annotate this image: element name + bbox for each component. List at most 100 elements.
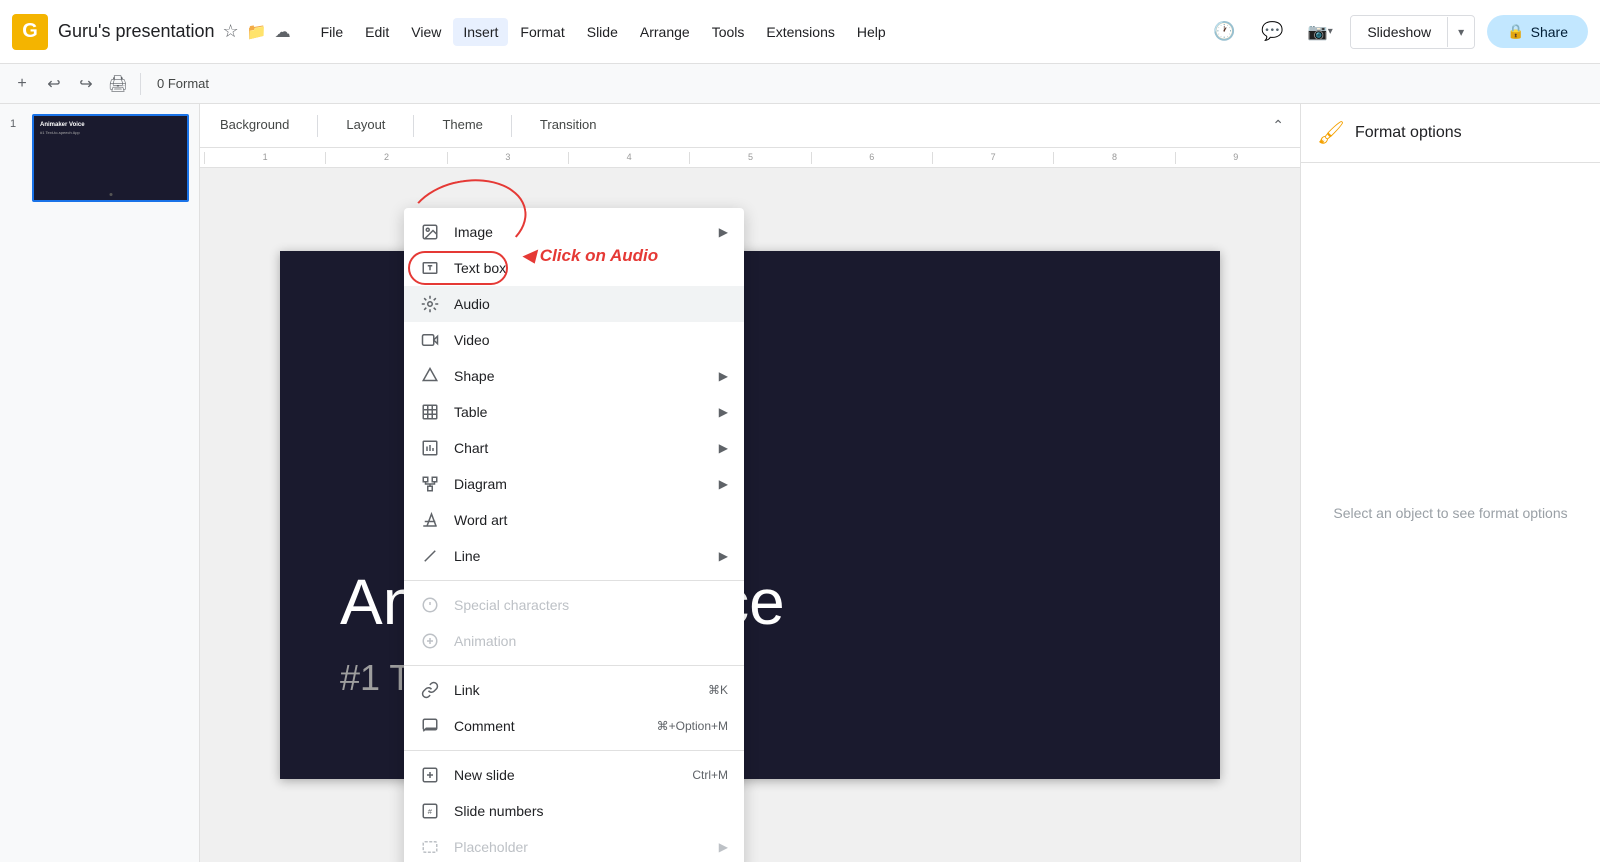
toolbar: + ↩ ↪ 🖨 0 Format (0, 64, 1600, 104)
ruler-mark: 6 (811, 152, 932, 164)
slide-numbers-icon: # (420, 801, 440, 821)
undo-button[interactable]: ↩ (40, 70, 68, 98)
ruler-marks: 1 2 3 4 5 6 7 8 9 (200, 152, 1300, 164)
insert-diagram-item[interactable]: Diagram ▶ (404, 466, 744, 502)
line-label: Line (454, 548, 705, 564)
image-icon (420, 222, 440, 242)
menu-extensions[interactable]: Extensions (756, 18, 844, 46)
slideshow-dropdown-arrow[interactable]: ▾ (1447, 17, 1474, 47)
share-button[interactable]: 🔒 Share (1487, 15, 1588, 48)
menu-tools[interactable]: Tools (702, 18, 755, 46)
options-divider-2 (413, 115, 414, 137)
insert-comment-item[interactable]: Comment ⌘+Option+M (404, 708, 744, 744)
slide-thumb-dot (109, 193, 112, 196)
chart-arrow: ▶ (719, 441, 728, 455)
slide-number-1: 1 (10, 114, 26, 130)
theme-button[interactable]: Theme (438, 111, 486, 140)
ruler-mark: 9 (1175, 152, 1296, 164)
slide-thumb-content: Animaker Voice #1 Text-to-speech App (34, 116, 187, 141)
insert-audio-item[interactable]: Audio (404, 286, 744, 322)
menu-view[interactable]: View (401, 18, 451, 46)
menu-insert[interactable]: Insert (453, 18, 508, 46)
background-button[interactable]: Background (216, 111, 293, 140)
app-logo: G (12, 14, 48, 50)
doc-title: Guru's presentation (58, 21, 215, 42)
slideshow-label[interactable]: Slideshow (1351, 16, 1447, 48)
print-button[interactable]: 🖨 (104, 70, 132, 98)
new-slide-shortcut: Ctrl+M (692, 768, 728, 782)
insert-wordart-item[interactable]: Word art (404, 502, 744, 538)
insert-table-item[interactable]: Table ▶ (404, 394, 744, 430)
diagram-icon (420, 474, 440, 494)
comment-icon-dd (420, 716, 440, 736)
animation-icon (420, 631, 440, 651)
slide-thumb-sub: #1 Text-to-speech App (40, 130, 181, 135)
insert-textbox-item[interactable]: Text box (404, 250, 744, 286)
star-icon[interactable]: ☆ (223, 21, 239, 42)
wordart-label: Word art (454, 512, 728, 528)
slide-thumbnail-1[interactable]: Animaker Voice #1 Text-to-speech App (32, 114, 189, 202)
ruler-mark: 8 (1053, 152, 1174, 164)
lock-icon: 🔒 (1507, 23, 1524, 40)
insert-image-item[interactable]: Image ▶ (404, 214, 744, 250)
redo-button[interactable]: ↪ (72, 70, 100, 98)
textbox-label: Text box (454, 260, 728, 276)
insert-video-item[interactable]: Video (404, 322, 744, 358)
menu-slide[interactable]: Slide (577, 18, 628, 46)
slide-numbers-label: Slide numbers (454, 803, 728, 819)
slide-thumb-wrapper-1: 1 Animaker Voice #1 Text-to-speech App (10, 114, 189, 202)
comment-button[interactable]: 💬 (1254, 14, 1290, 50)
special-chars-label: Special characters (454, 597, 728, 613)
format-label: 0 Format (149, 76, 217, 91)
menu-arrange[interactable]: Arrange (630, 18, 700, 46)
video-label: Video (454, 332, 728, 348)
history-button[interactable]: 🕐 (1206, 14, 1242, 50)
cloud-icon[interactable]: ☁ (275, 22, 291, 42)
menu-edit[interactable]: Edit (355, 18, 399, 46)
textbox-icon (420, 258, 440, 278)
meet-button[interactable]: 📷▾ (1302, 14, 1338, 50)
title-area: Guru's presentation ☆ 📁 ☁ (58, 21, 291, 42)
ruler-mark: 7 (932, 152, 1053, 164)
content-area: Background Layout Theme Transition ⌃ 1 2… (200, 104, 1300, 862)
menu-format[interactable]: Format (510, 18, 574, 46)
special-chars-icon (420, 595, 440, 615)
add-button[interactable]: + (8, 70, 36, 98)
insert-link-item[interactable]: Link ⌘K (404, 672, 744, 708)
collapse-button[interactable]: ⌃ (1272, 117, 1284, 134)
format-panel-header: 🖌 Format options (1301, 104, 1600, 163)
menu-file[interactable]: File (311, 18, 354, 46)
menu-help[interactable]: Help (847, 18, 896, 46)
insert-chart-item[interactable]: Chart ▶ (404, 430, 744, 466)
transition-button[interactable]: Transition (536, 111, 601, 140)
slide-thumbnails: 1 Animaker Voice #1 Text-to-speech App (0, 104, 199, 862)
toolbar-divider-1 (140, 73, 141, 95)
line-arrow: ▶ (719, 549, 728, 563)
placeholder-arrow: ▶ (719, 840, 728, 854)
slideshow-button[interactable]: Slideshow ▾ (1350, 15, 1475, 49)
insert-slide-numbers-item[interactable]: # Slide numbers (404, 793, 744, 829)
shape-icon (420, 366, 440, 386)
insert-shape-item[interactable]: Shape ▶ (404, 358, 744, 394)
svg-text:#: # (428, 807, 433, 816)
top-bar: G Guru's presentation ☆ 📁 ☁ File Edit Vi… (0, 0, 1600, 64)
main-layout: 1 Animaker Voice #1 Text-to-speech App B… (0, 104, 1600, 862)
ruler-mark: 5 (689, 152, 810, 164)
logo-char: G (22, 20, 38, 43)
options-divider-3 (511, 115, 512, 137)
diagram-label: Diagram (454, 476, 705, 492)
insert-line-item[interactable]: Line ▶ (404, 538, 744, 574)
ruler-mark: 2 (325, 152, 446, 164)
shape-arrow: ▶ (719, 369, 728, 383)
insert-new-slide-item[interactable]: New slide Ctrl+M (404, 757, 744, 793)
folder-icon[interactable]: 📁 (247, 22, 267, 42)
new-slide-icon (420, 765, 440, 785)
slide-canvas-area[interactable]: Animaker Voice #1 Text-to-speech App (200, 168, 1300, 862)
top-right: 🕐 💬 📷▾ Slideshow ▾ 🔒 Share (1206, 14, 1588, 50)
menu-bar: File Edit View Insert Format Slide Arran… (311, 18, 1207, 46)
format-panel-body: Select an object to see format options (1301, 163, 1600, 862)
layout-button[interactable]: Layout (342, 111, 389, 140)
insert-animation-item: Animation (404, 623, 744, 659)
table-icon (420, 402, 440, 422)
placeholder-label: Placeholder (454, 839, 705, 855)
